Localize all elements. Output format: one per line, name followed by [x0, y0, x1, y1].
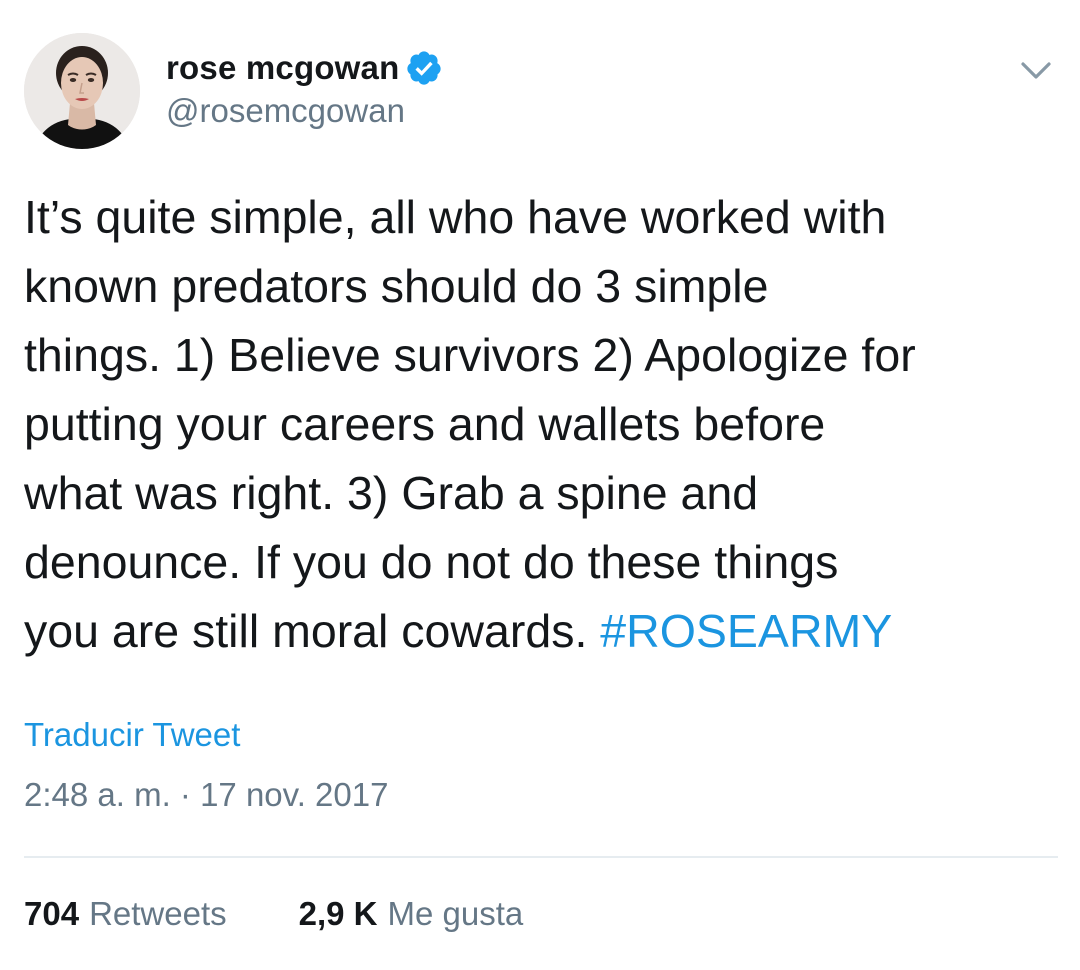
tweet-stats: 704 Retweets 2,9 K Me gusta	[24, 895, 523, 933]
tweet-timestamp[interactable]: 2:48 a. m. · 17 nov. 2017	[24, 776, 388, 814]
retweets-label: Retweets	[89, 895, 227, 932]
verified-badge-icon	[407, 51, 442, 85]
likes-count: 2,9 K	[298, 895, 378, 932]
tweet-text-line: known predators should do 3 simple	[24, 260, 769, 312]
hashtag-link[interactable]: #ROSEARMY	[600, 605, 892, 657]
author-name[interactable]: rose mcgowan	[166, 49, 399, 87]
author-handle[interactable]: @rosemcgowan	[166, 92, 405, 130]
avatar-photo	[24, 33, 140, 149]
avatar[interactable]	[24, 33, 140, 149]
translate-tweet-link[interactable]: Traducir Tweet	[24, 716, 240, 754]
chevron-down-icon[interactable]	[1016, 50, 1056, 90]
tweet-text-line: denounce. If you do not do these things	[24, 536, 839, 588]
divider	[24, 856, 1058, 858]
tweet-text: It’s quite simple, all who have worked w…	[24, 183, 1064, 666]
tweet-text-line: putting your careers and wallets before	[24, 398, 826, 450]
tweet-text-last-line: you are still moral cowards. #ROSEARMY	[24, 597, 1064, 666]
tweet-text-line: you are still moral cowards.	[24, 605, 601, 657]
tweet-text-line: It’s quite simple, all who have worked w…	[24, 191, 887, 243]
author-name-row[interactable]: rose mcgowan	[166, 44, 443, 92]
tweet-text-line: what was right. 3) Grab a spine and	[24, 467, 759, 519]
retweets-stat[interactable]: 704 Retweets	[24, 895, 227, 933]
retweets-count: 704	[24, 895, 80, 932]
likes-label: Me gusta	[387, 895, 524, 932]
likes-stat[interactable]: 2,9 K Me gusta	[299, 895, 524, 933]
tweet-text-line: things. 1) Believe survivors 2) Apologiz…	[24, 329, 916, 381]
